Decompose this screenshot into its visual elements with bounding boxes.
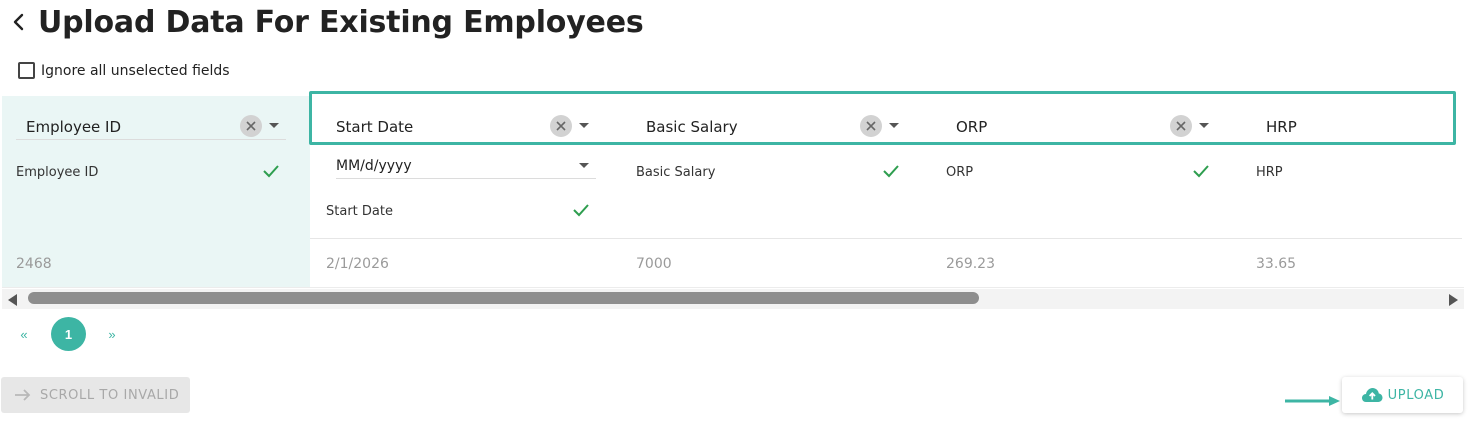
field-select-employee-id[interactable]: Employee ID <box>26 114 121 140</box>
file-header-label: HRP <box>1256 165 1283 180</box>
field-select-label: Start Date <box>336 118 414 136</box>
caret-down-icon[interactable] <box>579 163 589 168</box>
file-header-label: Basic Salary <box>636 165 716 180</box>
cell-value: 7000 <box>636 256 672 272</box>
clear-icon[interactable] <box>860 115 882 137</box>
scrollbar-thumb[interactable] <box>28 292 979 304</box>
field-select-basic-salary[interactable]: Basic Salary <box>646 114 738 140</box>
cloud-upload-icon <box>1361 388 1383 402</box>
field-select-hrp[interactable]: HRP <box>1266 114 1297 140</box>
pagination-page-button[interactable]: 1 <box>51 317 86 351</box>
caret-down-icon[interactable] <box>579 123 589 128</box>
field-select-orp[interactable]: ORP <box>956 114 987 140</box>
upload-button[interactable]: UPLOAD <box>1342 377 1463 413</box>
pagination-next-button[interactable]: » <box>104 327 120 342</box>
chevron-left-icon[interactable] <box>8 7 28 37</box>
field-select-label: HRP <box>1266 118 1297 136</box>
scroll-to-invalid-button[interactable]: SCROLL TO INVALID <box>1 377 190 413</box>
date-format-select[interactable]: MM/d/yyyy <box>336 157 596 179</box>
annotation-arrow-icon <box>1285 396 1340 406</box>
table-bottom-divider <box>2 287 1464 288</box>
pagination: « 1 » <box>16 317 120 351</box>
page-header: Upload Data For Existing Employees <box>8 2 644 42</box>
upload-label: UPLOAD <box>1387 387 1445 403</box>
date-format-value: MM/d/yyyy <box>336 158 412 174</box>
field-select-start-date[interactable]: Start Date <box>336 114 413 140</box>
clear-icon[interactable] <box>550 115 572 137</box>
cell-value: 2468 <box>16 256 52 272</box>
scroll-to-invalid-label: SCROLL TO INVALID <box>40 387 180 403</box>
ignore-unselected-checkbox[interactable] <box>18 62 35 79</box>
cell-value: 2/1/2026 <box>326 256 389 272</box>
field-select-label: ORP <box>956 118 988 136</box>
ignore-unselected-option[interactable]: Ignore all unselected fields <box>18 62 230 79</box>
check-icon <box>573 204 589 217</box>
check-icon <box>883 165 899 178</box>
clear-icon[interactable] <box>1170 115 1192 137</box>
scroll-right-icon[interactable] <box>1449 294 1458 306</box>
horizontal-scrollbar[interactable] <box>2 289 1464 309</box>
caret-down-icon[interactable] <box>889 123 899 128</box>
row-divider <box>310 238 1462 239</box>
file-header-label: Employee ID <box>16 165 99 180</box>
field-select-underline <box>16 139 286 140</box>
field-select-label: Employee ID <box>26 118 122 136</box>
scroll-left-icon[interactable] <box>8 294 17 306</box>
pagination-prev-button[interactable]: « <box>16 327 32 342</box>
arrow-right-icon <box>15 389 31 401</box>
ignore-unselected-label: Ignore all unselected fields <box>41 62 230 79</box>
caret-down-icon[interactable] <box>1199 123 1209 128</box>
file-header-label: Start Date <box>326 204 393 219</box>
file-header-label: ORP <box>946 165 974 180</box>
clear-icon[interactable] <box>240 115 262 137</box>
field-select-label: Basic Salary <box>646 118 738 136</box>
caret-down-icon[interactable] <box>269 123 279 128</box>
page-title: Upload Data For Existing Employees <box>38 4 644 40</box>
check-icon <box>263 165 279 178</box>
cell-value: 269.23 <box>946 256 995 272</box>
check-icon <box>1193 165 1209 178</box>
cell-value: 33.65 <box>1256 256 1297 272</box>
